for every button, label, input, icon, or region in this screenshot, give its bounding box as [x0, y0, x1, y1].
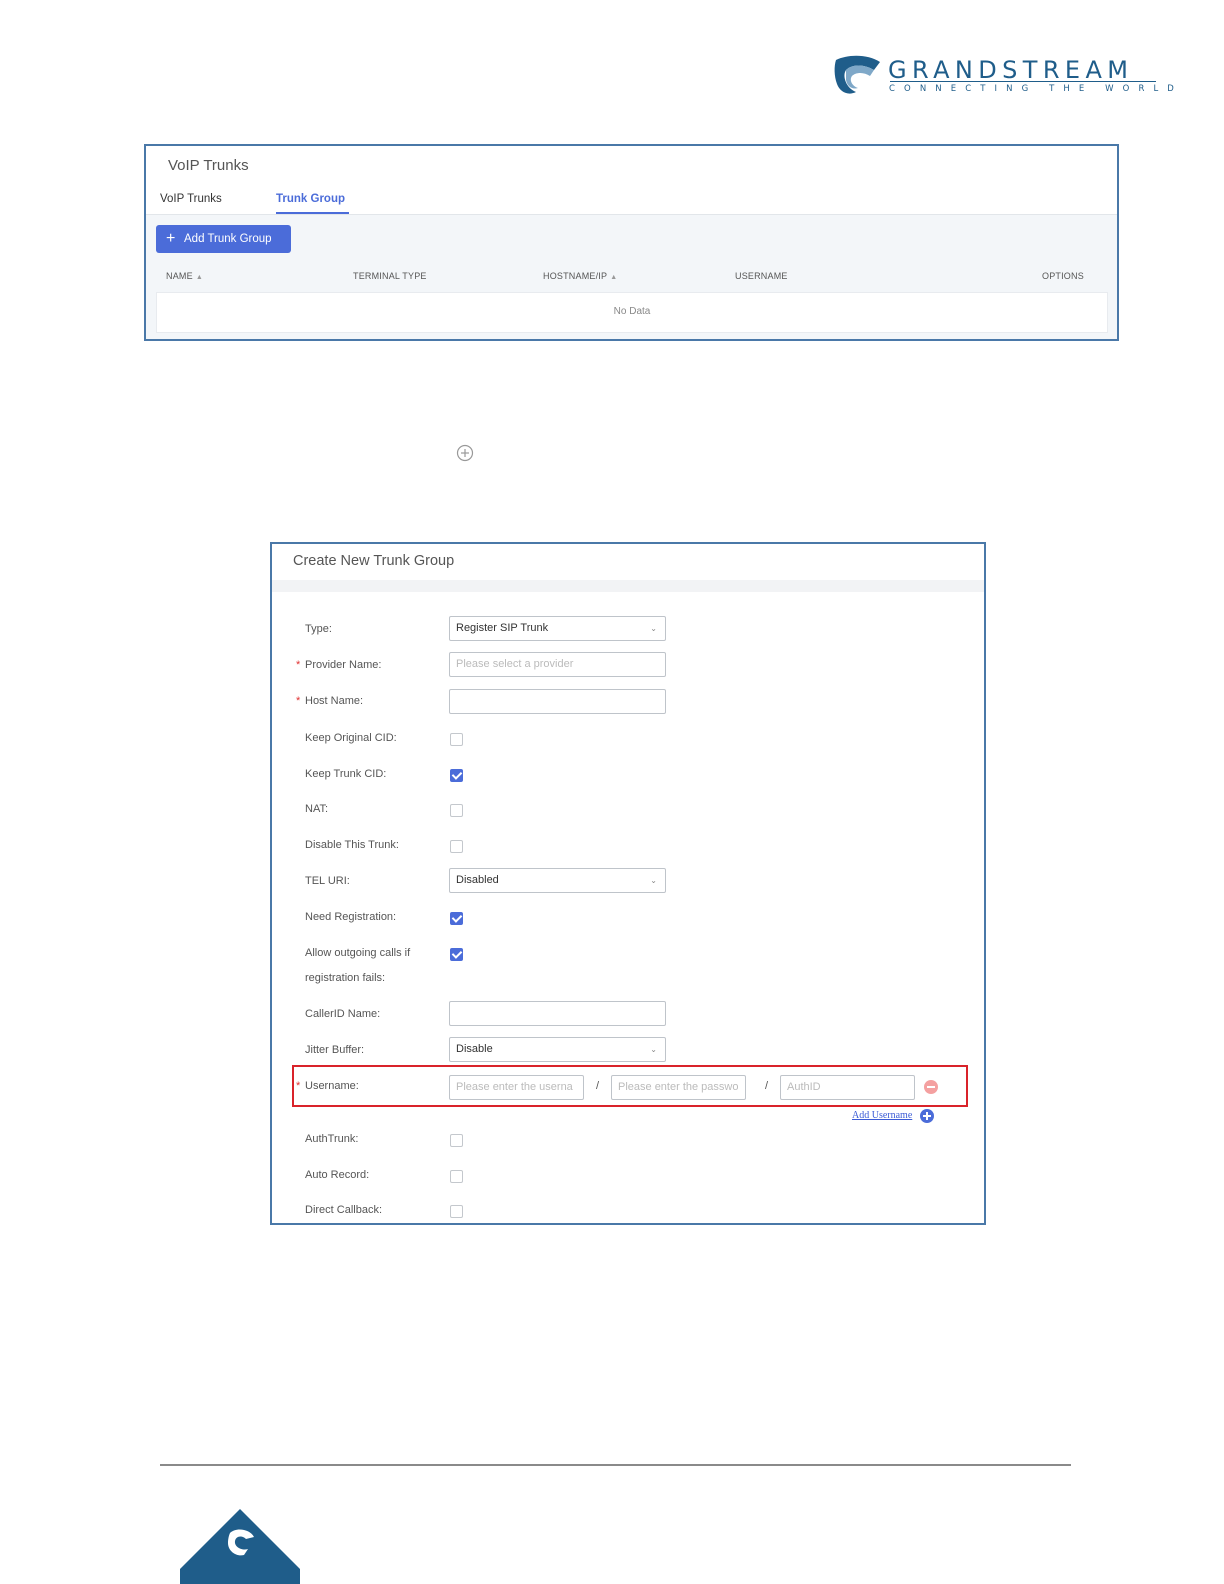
trunk-group-content: + Add Trunk Group NAME ▲︎ TERMINAL TYPE H… [146, 214, 1117, 339]
tel-uri-select[interactable]: Disabled ⌄ [449, 868, 666, 893]
type-label: Type: [305, 623, 332, 635]
allow-outgoing-label-line2: registration fails: [305, 972, 386, 984]
auth-trunk-checkbox[interactable] [450, 1134, 463, 1147]
column-header-hostname[interactable]: HOSTNAME/IP ▲︎ [543, 271, 617, 281]
username-label: * Username: [296, 1080, 359, 1092]
provider-name-label: * Provider Name: [296, 659, 382, 671]
create-trunk-group-panel: Create New Trunk Group Type: Register SI… [270, 542, 986, 1225]
keep-trunk-cid-checkbox[interactable] [450, 769, 463, 782]
brand-rule [890, 81, 1156, 82]
column-header-name[interactable]: NAME ▲︎ [166, 271, 203, 281]
allow-outgoing-checkbox[interactable] [450, 948, 463, 961]
footer-logo-icon [180, 1509, 300, 1584]
grandstream-logo: GRANDSTREAM CONNECTING THE WORLD [834, 54, 1174, 100]
keep-original-cid-checkbox[interactable] [450, 733, 463, 746]
chevron-down-icon: ⌄ [650, 1045, 657, 1054]
voip-trunks-panel: VoIP Trunks VoIP Trunks Trunk Group + Ad… [144, 144, 1119, 341]
footer-divider [160, 1464, 1071, 1466]
required-asterisk: * [296, 659, 301, 671]
table-body: No Data [156, 292, 1108, 333]
required-asterisk: * [296, 695, 301, 707]
brand-tagline: CONNECTING THE WORLD [889, 84, 1183, 94]
plus-icon: + [166, 230, 176, 247]
need-registration-checkbox[interactable] [450, 912, 463, 925]
allow-outgoing-label-line1: Allow outgoing calls if [305, 947, 411, 959]
auth-trunk-label: AuthTrunk: [305, 1133, 359, 1145]
column-header-terminal-type: TERMINAL TYPE [353, 271, 427, 281]
panel-header-band [272, 580, 984, 592]
disable-trunk-label: Disable This Trunk: [305, 839, 399, 851]
tab-trunk-group[interactable]: Trunk Group [276, 193, 345, 205]
provider-name-placeholder: Please select a provider [456, 658, 574, 670]
add-username-icon[interactable] [920, 1109, 934, 1123]
trunk-group-form: Type: Register SIP Trunk ⌄ * Provider Nam… [272, 592, 984, 1223]
disable-trunk-checkbox[interactable] [450, 840, 463, 853]
provider-name-input[interactable]: Please select a provider [449, 652, 666, 677]
callerid-name-label: CallerID Name: [305, 1008, 381, 1020]
empty-table-text: No Data [613, 306, 651, 317]
sort-icon: ▲︎ [195, 274, 203, 281]
jitter-buffer-select[interactable]: Disable ⌄ [449, 1037, 666, 1062]
authid-input[interactable]: AuthID [780, 1075, 915, 1100]
nat-checkbox[interactable] [450, 804, 463, 817]
circle-plus-icon [456, 444, 474, 462]
add-trunk-group-label: Add Trunk Group [184, 233, 272, 245]
add-username-link[interactable]: Add Username [852, 1110, 912, 1121]
tab-voip-trunks[interactable]: VoIP Trunks [160, 193, 222, 205]
nat-label: NAT: [305, 803, 329, 815]
separator: / [596, 1080, 600, 1092]
separator: / [765, 1080, 769, 1092]
brand-name: GRANDSTREAM [888, 56, 1134, 84]
username-row-highlight: * Username: Please enter the userna / Ple… [292, 1065, 968, 1107]
required-asterisk: * [296, 1080, 301, 1092]
password-input[interactable]: Please enter the passwo [611, 1075, 746, 1100]
auto-record-label: Auto Record: [305, 1169, 370, 1181]
column-header-options: OPTIONS [1042, 271, 1084, 281]
need-registration-label: Need Registration: [305, 911, 397, 923]
chevron-down-icon: ⌄ [650, 624, 657, 633]
host-name-input[interactable] [449, 689, 666, 714]
add-trunk-group-button[interactable]: + Add Trunk Group [156, 225, 291, 253]
callerid-name-input[interactable] [449, 1001, 666, 1026]
column-header-username: USERNAME [735, 271, 788, 281]
tel-uri-label: TEL URI: [305, 875, 350, 887]
panel-title: VoIP Trunks [168, 157, 249, 174]
sort-icon: ▲︎ [610, 274, 618, 281]
chevron-down-icon: ⌄ [650, 876, 657, 885]
remove-username-icon[interactable] [924, 1080, 938, 1094]
auto-record-checkbox[interactable] [450, 1170, 463, 1183]
panel-title: Create New Trunk Group [293, 553, 455, 569]
host-name-label: * Host Name: [296, 695, 364, 707]
username-input[interactable]: Please enter the userna [449, 1075, 584, 1100]
type-select[interactable]: Register SIP Trunk ⌄ [449, 616, 666, 641]
direct-callback-checkbox[interactable] [450, 1205, 463, 1218]
tel-uri-value: Disabled [456, 874, 499, 886]
direct-callback-label: Direct Callback: [305, 1204, 383, 1216]
keep-original-cid-label: Keep Original CID: [305, 732, 397, 744]
jitter-buffer-value: Disable [456, 1043, 493, 1055]
keep-trunk-cid-label: Keep Trunk CID: [305, 768, 387, 780]
jitter-buffer-label: Jitter Buffer: [305, 1044, 365, 1056]
grandstream-mark-icon [834, 55, 880, 94]
type-value: Register SIP Trunk [456, 622, 549, 634]
